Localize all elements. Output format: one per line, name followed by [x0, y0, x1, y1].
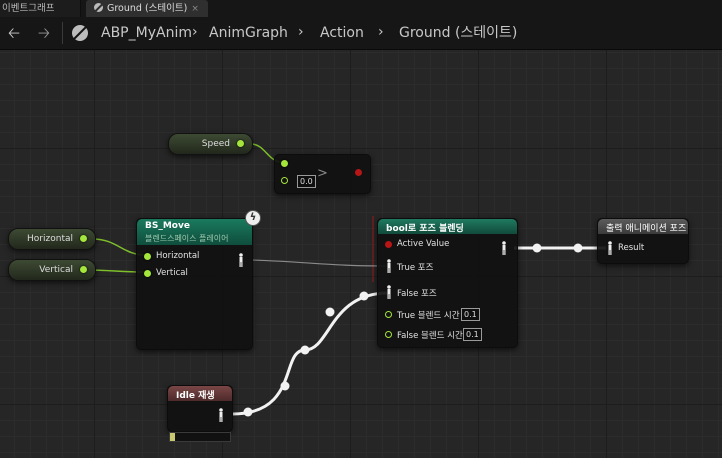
pose-output-icon[interactable] — [500, 241, 508, 255]
pin-label: False 블렌드 시간 — [397, 331, 463, 341]
blend-poses-by-bool-node[interactable]: bool로 포즈 블렌딩 Active Value True 포즈 False … — [377, 218, 518, 348]
false-pose-wire — [231, 291, 389, 416]
pin-label: Vertical — [156, 268, 188, 278]
anim-blueprint-icon — [72, 25, 88, 41]
tab-label: Ground (스테이트) — [107, 3, 188, 14]
false-blend-time-field[interactable]: 0.1 — [463, 328, 482, 341]
chevron-right-icon: › — [298, 24, 304, 40]
false-blend-time-pin[interactable] — [385, 331, 392, 338]
pin-label: True 포즈 — [397, 263, 434, 273]
node-subtitle: 블렌드스페이스 플레이어 — [145, 234, 229, 243]
bool-output-pin[interactable] — [355, 169, 362, 176]
true-blend-time-pin[interactable] — [385, 311, 392, 318]
variable-label: Horizontal — [27, 234, 73, 244]
chevron-right-icon: › — [378, 24, 384, 40]
state-machine-icon — [94, 3, 103, 12]
breadcrumb-root[interactable]: ABP_MyAnim — [101, 25, 192, 41]
tab-event-graph[interactable]: 이벤트그래프 — [0, 0, 81, 17]
true-blend-time-field[interactable]: 0.1 — [461, 308, 480, 321]
output-animation-pose-node[interactable]: 출력 애니메이션 포즈 Result — [597, 218, 689, 264]
node-header: bool로 포즈 블렌딩 — [378, 219, 517, 234]
breadcrumb-divider — [62, 22, 63, 44]
node-title: Idle 재생 — [176, 391, 215, 401]
pose-output-icon[interactable] — [217, 408, 225, 422]
node-title: 출력 애니메이션 포즈 — [606, 224, 687, 234]
float-output-pin[interactable] — [237, 140, 244, 147]
breadcrumb: 🡠 🡢 ABP_MyAnim › AnimGraph › Action › Gr… — [0, 17, 722, 50]
vertical-variable-node[interactable]: Vertical — [8, 259, 96, 281]
pin-label: False 포즈 — [397, 289, 437, 299]
true-pose-wire — [251, 259, 389, 267]
tab-ground-state[interactable]: Ground (스테이트) × — [86, 0, 208, 17]
playback-progress-handle[interactable] — [170, 433, 175, 441]
breadcrumb-animgraph[interactable]: AnimGraph — [209, 25, 288, 41]
false-pose-input-icon[interactable] — [385, 285, 393, 299]
variable-label: Speed — [201, 139, 230, 149]
anim-graph-canvas[interactable]: Speed 0.0 > Horizontal Vertical BS_Move … — [0, 50, 722, 458]
right-arrow-icon[interactable]: 🡢 — [34, 23, 54, 43]
pin-label: Active Value — [397, 239, 450, 249]
breadcrumb-action[interactable]: Action — [320, 25, 364, 41]
left-arrow-icon[interactable]: 🡠 — [4, 23, 24, 43]
horizontal-input-pin[interactable] — [144, 253, 151, 260]
blendspace-player-node[interactable]: BS_Move 블렌드스페이스 플레이어 Horizontal Vertical — [136, 218, 253, 350]
node-header: BS_Move 블렌드스페이스 플레이어 — [137, 219, 252, 245]
true-pose-input-icon[interactable] — [385, 259, 393, 273]
pin-label: Horizontal — [156, 251, 200, 261]
compare-value-field[interactable]: 0.0 — [297, 175, 316, 188]
compare-operator: > — [317, 166, 328, 181]
horizontal-variable-node[interactable]: Horizontal — [8, 228, 96, 250]
chevron-right-icon: › — [192, 24, 198, 40]
compare-greater-node[interactable]: 0.0 > — [274, 154, 371, 194]
tab-strip: 이벤트그래프 Ground (스테이트) × — [0, 0, 722, 17]
pin-label: True 블렌드 시간 — [397, 311, 460, 321]
tab-label: 이벤트그래프 — [2, 3, 55, 14]
breadcrumb-ground-state[interactable]: Ground (스테이트) — [399, 25, 517, 41]
node-header: 출력 애니메이션 포즈 — [598, 219, 688, 234]
node-title: bool로 포즈 블렌딩 — [386, 224, 464, 234]
playback-progress-bar[interactable] — [169, 432, 231, 442]
speed-variable-node[interactable]: Speed — [168, 133, 253, 155]
node-header: Idle 재생 — [168, 386, 232, 401]
pose-output-icon[interactable] — [237, 253, 245, 267]
idle-sequence-player-node[interactable]: Idle 재생 — [167, 385, 233, 432]
vertical-input-pin[interactable] — [144, 270, 151, 277]
active-value-pin[interactable] — [385, 241, 392, 248]
float-output-pin[interactable] — [80, 235, 87, 242]
node-title: BS_Move — [145, 221, 190, 231]
fast-path-icon: ϟ — [245, 210, 261, 226]
float-input-pin-a[interactable] — [281, 160, 288, 167]
result-pose-input-icon[interactable] — [606, 241, 614, 255]
close-icon[interactable]: × — [191, 1, 199, 18]
variable-label: Vertical — [39, 265, 73, 275]
float-input-pin-b[interactable] — [281, 177, 288, 184]
pin-label: Result — [618, 243, 645, 253]
float-output-pin[interactable] — [80, 266, 87, 273]
